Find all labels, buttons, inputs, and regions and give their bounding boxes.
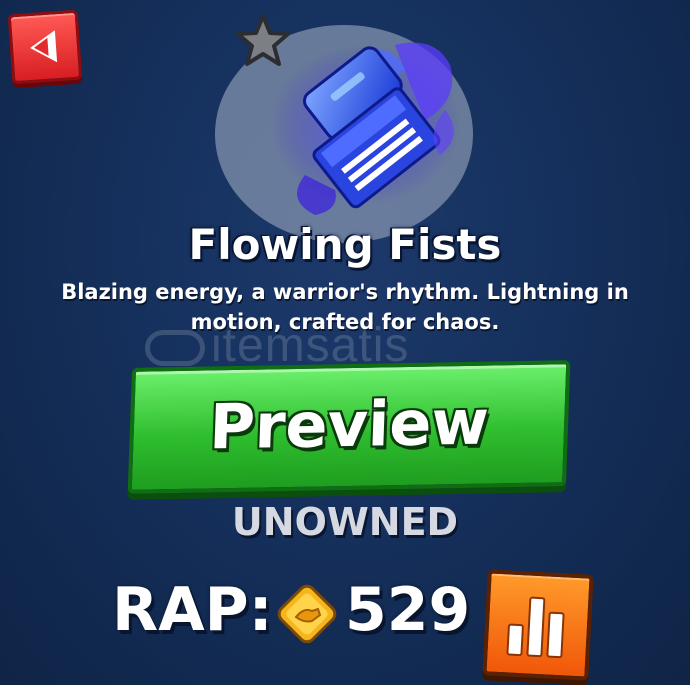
rap-row: RAP: 529 [0, 569, 690, 685]
star-icon[interactable] [234, 12, 292, 70]
back-button[interactable] [7, 9, 83, 85]
watermark-logo [145, 330, 205, 367]
item-name: Flowing Fists [188, 220, 502, 269]
preview-button-label: Preview [208, 385, 491, 464]
rap-value: 529 [345, 575, 471, 645]
coin-icon [277, 584, 337, 644]
bar-chart-icon [506, 596, 565, 659]
back-arrow-icon [28, 30, 58, 65]
preview-button[interactable]: Preview [127, 360, 571, 494]
rap-label: RAP: [112, 575, 273, 645]
ownership-status: UNOWNED [231, 500, 459, 544]
rap-chart-button[interactable] [482, 569, 594, 681]
